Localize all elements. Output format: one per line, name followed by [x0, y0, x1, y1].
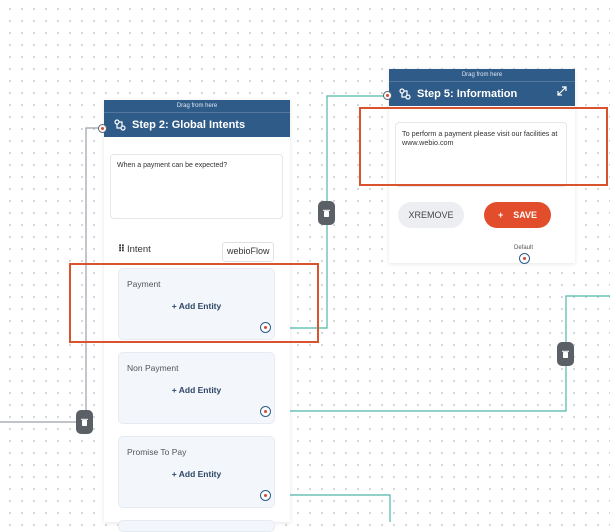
delete-wire-button[interactable] [318, 201, 335, 225]
delete-wire-button[interactable] [557, 342, 574, 366]
intent-label: Intent [126, 244, 151, 255]
intent-card-payment[interactable]: Payment + Add Entity [118, 268, 275, 340]
add-entity-button[interactable]: + Add Entity [119, 469, 274, 479]
drag-handle[interactable]: Drag from here [104, 100, 290, 112]
intent-heading: ⠿ Intent [118, 244, 151, 255]
trash-icon [562, 350, 569, 358]
save-button[interactable]: + SAVE [484, 202, 551, 228]
intent-card-non-payment[interactable]: Non Payment + Add Entity [118, 352, 275, 424]
intent-input[interactable]: webioFlow [222, 242, 274, 262]
input-port-icon[interactable] [98, 124, 107, 133]
intent-card-label: Payment [127, 279, 161, 289]
grip-icon[interactable]: ⠿ [118, 244, 125, 255]
message-text-box[interactable]: To perform a payment please visit our fa… [395, 122, 567, 187]
flow-icon [114, 119, 126, 131]
wire-into-step2 [0, 127, 100, 423]
default-target-icon[interactable] [519, 253, 530, 264]
intent-card-label: Promise To Pay [127, 447, 187, 457]
trash-icon [81, 418, 88, 426]
node-title: Step 5: Information [417, 88, 518, 100]
drag-handle[interactable]: Drag from here [389, 69, 575, 81]
trash-icon [323, 209, 330, 217]
flow-icon [399, 88, 411, 100]
step2-header[interactable]: Drag from here Step 2: Global Intents [104, 100, 290, 137]
delete-wire-button[interactable] [76, 410, 93, 434]
output-target-icon[interactable] [260, 322, 271, 333]
default-output-label: Default [514, 245, 534, 251]
intent-card-label: Non Payment [127, 363, 179, 373]
input-port-icon[interactable] [383, 91, 392, 100]
output-target-icon[interactable] [260, 490, 271, 501]
node-title: Step 2: Global Intents [132, 119, 246, 131]
plus-icon: + [497, 210, 504, 220]
question-text-box[interactable]: When a payment can be expected? [110, 154, 283, 219]
step2-node: Drag from here Step 2: Global Intents Wh… [104, 100, 290, 532]
step5-header[interactable]: Drag from here Step 5: Information [389, 69, 575, 106]
add-entity-button[interactable]: + Add Entity [119, 301, 274, 311]
add-entity-button[interactable]: + Add Entity [119, 385, 274, 395]
step5-node: Drag from here Step 5: Information To pe… [389, 69, 575, 264]
intent-card-promise-to-pay[interactable]: Promise To Pay + Add Entity [118, 436, 275, 508]
output-target-icon[interactable] [260, 406, 271, 417]
save-label: SAVE [513, 210, 538, 220]
expand-icon[interactable] [557, 86, 567, 96]
remove-button[interactable]: XREMOVE [398, 202, 464, 228]
